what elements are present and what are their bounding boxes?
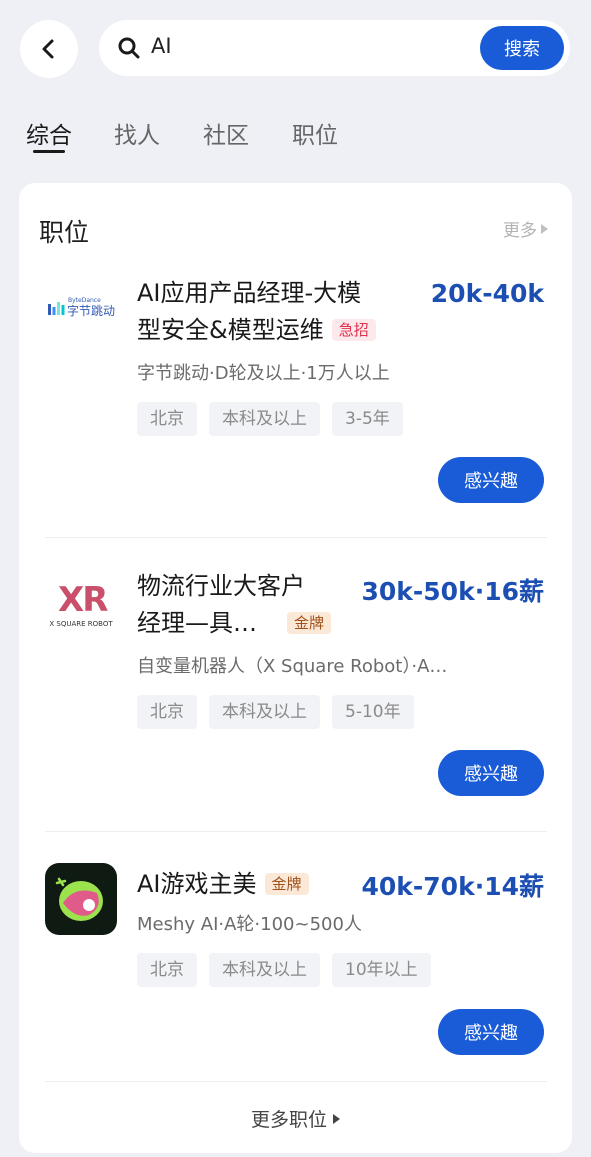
interested-button[interactable]: 感兴趣	[438, 457, 544, 503]
chevron-left-icon	[42, 39, 54, 59]
search-button[interactable]: 搜索	[480, 26, 564, 70]
job-tags: 北京 本科及以上 3-5年	[137, 402, 403, 436]
more-link[interactable]: 更多	[503, 216, 548, 241]
salary: 20k-40k	[430, 279, 544, 308]
company-info: Meshy AI·A轮·100~500人	[137, 914, 362, 935]
section-title: 职位	[39, 218, 90, 247]
tab-bar: 综合 找人 社区 职位	[0, 112, 591, 162]
divider	[45, 831, 547, 832]
education-tag: 本科及以上	[209, 953, 320, 987]
gold-badge: 金牌	[264, 873, 309, 895]
salary: 30k-50k·16薪	[361, 577, 545, 606]
job-tags: 北京 本科及以上 10年以上	[137, 953, 431, 987]
location-tag: 北京	[137, 695, 197, 729]
more-jobs-link[interactable]: 更多职位	[19, 1105, 572, 1132]
triangle-right-icon	[541, 223, 548, 234]
tab-community[interactable]: 社区	[203, 116, 249, 150]
tab-people[interactable]: 找人	[114, 116, 160, 150]
education-tag: 本科及以上	[209, 402, 320, 436]
interested-button[interactable]: 感兴趣	[438, 750, 544, 796]
x-square-robot-logo: XR X SQUARE ROBOT	[45, 568, 117, 640]
gold-badge: 金牌	[287, 612, 332, 634]
job-title: AI应用产品经理-大模 型安全&模型运维 急招	[137, 275, 376, 349]
location-tag: 北京	[137, 402, 197, 436]
more-jobs-label: 更多职位	[250, 1109, 327, 1131]
bytedance-logo: ByteDance 字节跳动	[45, 275, 117, 347]
job-title: 物流行业大客户 经理—具… 金牌	[137, 568, 332, 642]
triangle-right-icon	[333, 1113, 340, 1124]
top-bar: AI 搜索	[0, 0, 591, 100]
company-info: 自变量机器人（X Square Robot）·A…	[137, 656, 448, 677]
company-info: 字节跳动·D轮及以上·1万人以上	[137, 363, 390, 384]
search-bar[interactable]: AI 搜索	[99, 20, 570, 76]
experience-tag: 5-10年	[332, 695, 414, 729]
location-tag: 北京	[137, 953, 197, 987]
meshy-logo	[45, 863, 117, 935]
meshy-logo-icon	[55, 877, 103, 921]
back-button[interactable]	[20, 20, 78, 78]
divider	[45, 1081, 547, 1082]
tab-all[interactable]: 综合	[26, 116, 72, 150]
urgent-badge: 急招	[331, 319, 376, 341]
experience-tag: 10年以上	[332, 953, 431, 987]
interested-button[interactable]: 感兴趣	[438, 1009, 544, 1055]
job-title: AI游戏主美 金牌	[137, 866, 309, 903]
experience-tag: 3-5年	[332, 402, 403, 436]
search-icon	[118, 37, 140, 59]
more-label: 更多	[503, 221, 537, 241]
tab-jobs[interactable]: 职位	[292, 116, 338, 150]
jobs-section-card: 职位 更多 ByteDance 字节跳动 AI应用产品经理-大模 型安全&模型运…	[19, 183, 572, 1153]
salary: 40k-70k·14薪	[361, 872, 545, 901]
education-tag: 本科及以上	[209, 695, 320, 729]
active-tab-indicator	[33, 150, 65, 153]
job-tags: 北京 本科及以上 5-10年	[137, 695, 414, 729]
divider	[45, 537, 547, 538]
search-input[interactable]: AI	[151, 34, 172, 58]
